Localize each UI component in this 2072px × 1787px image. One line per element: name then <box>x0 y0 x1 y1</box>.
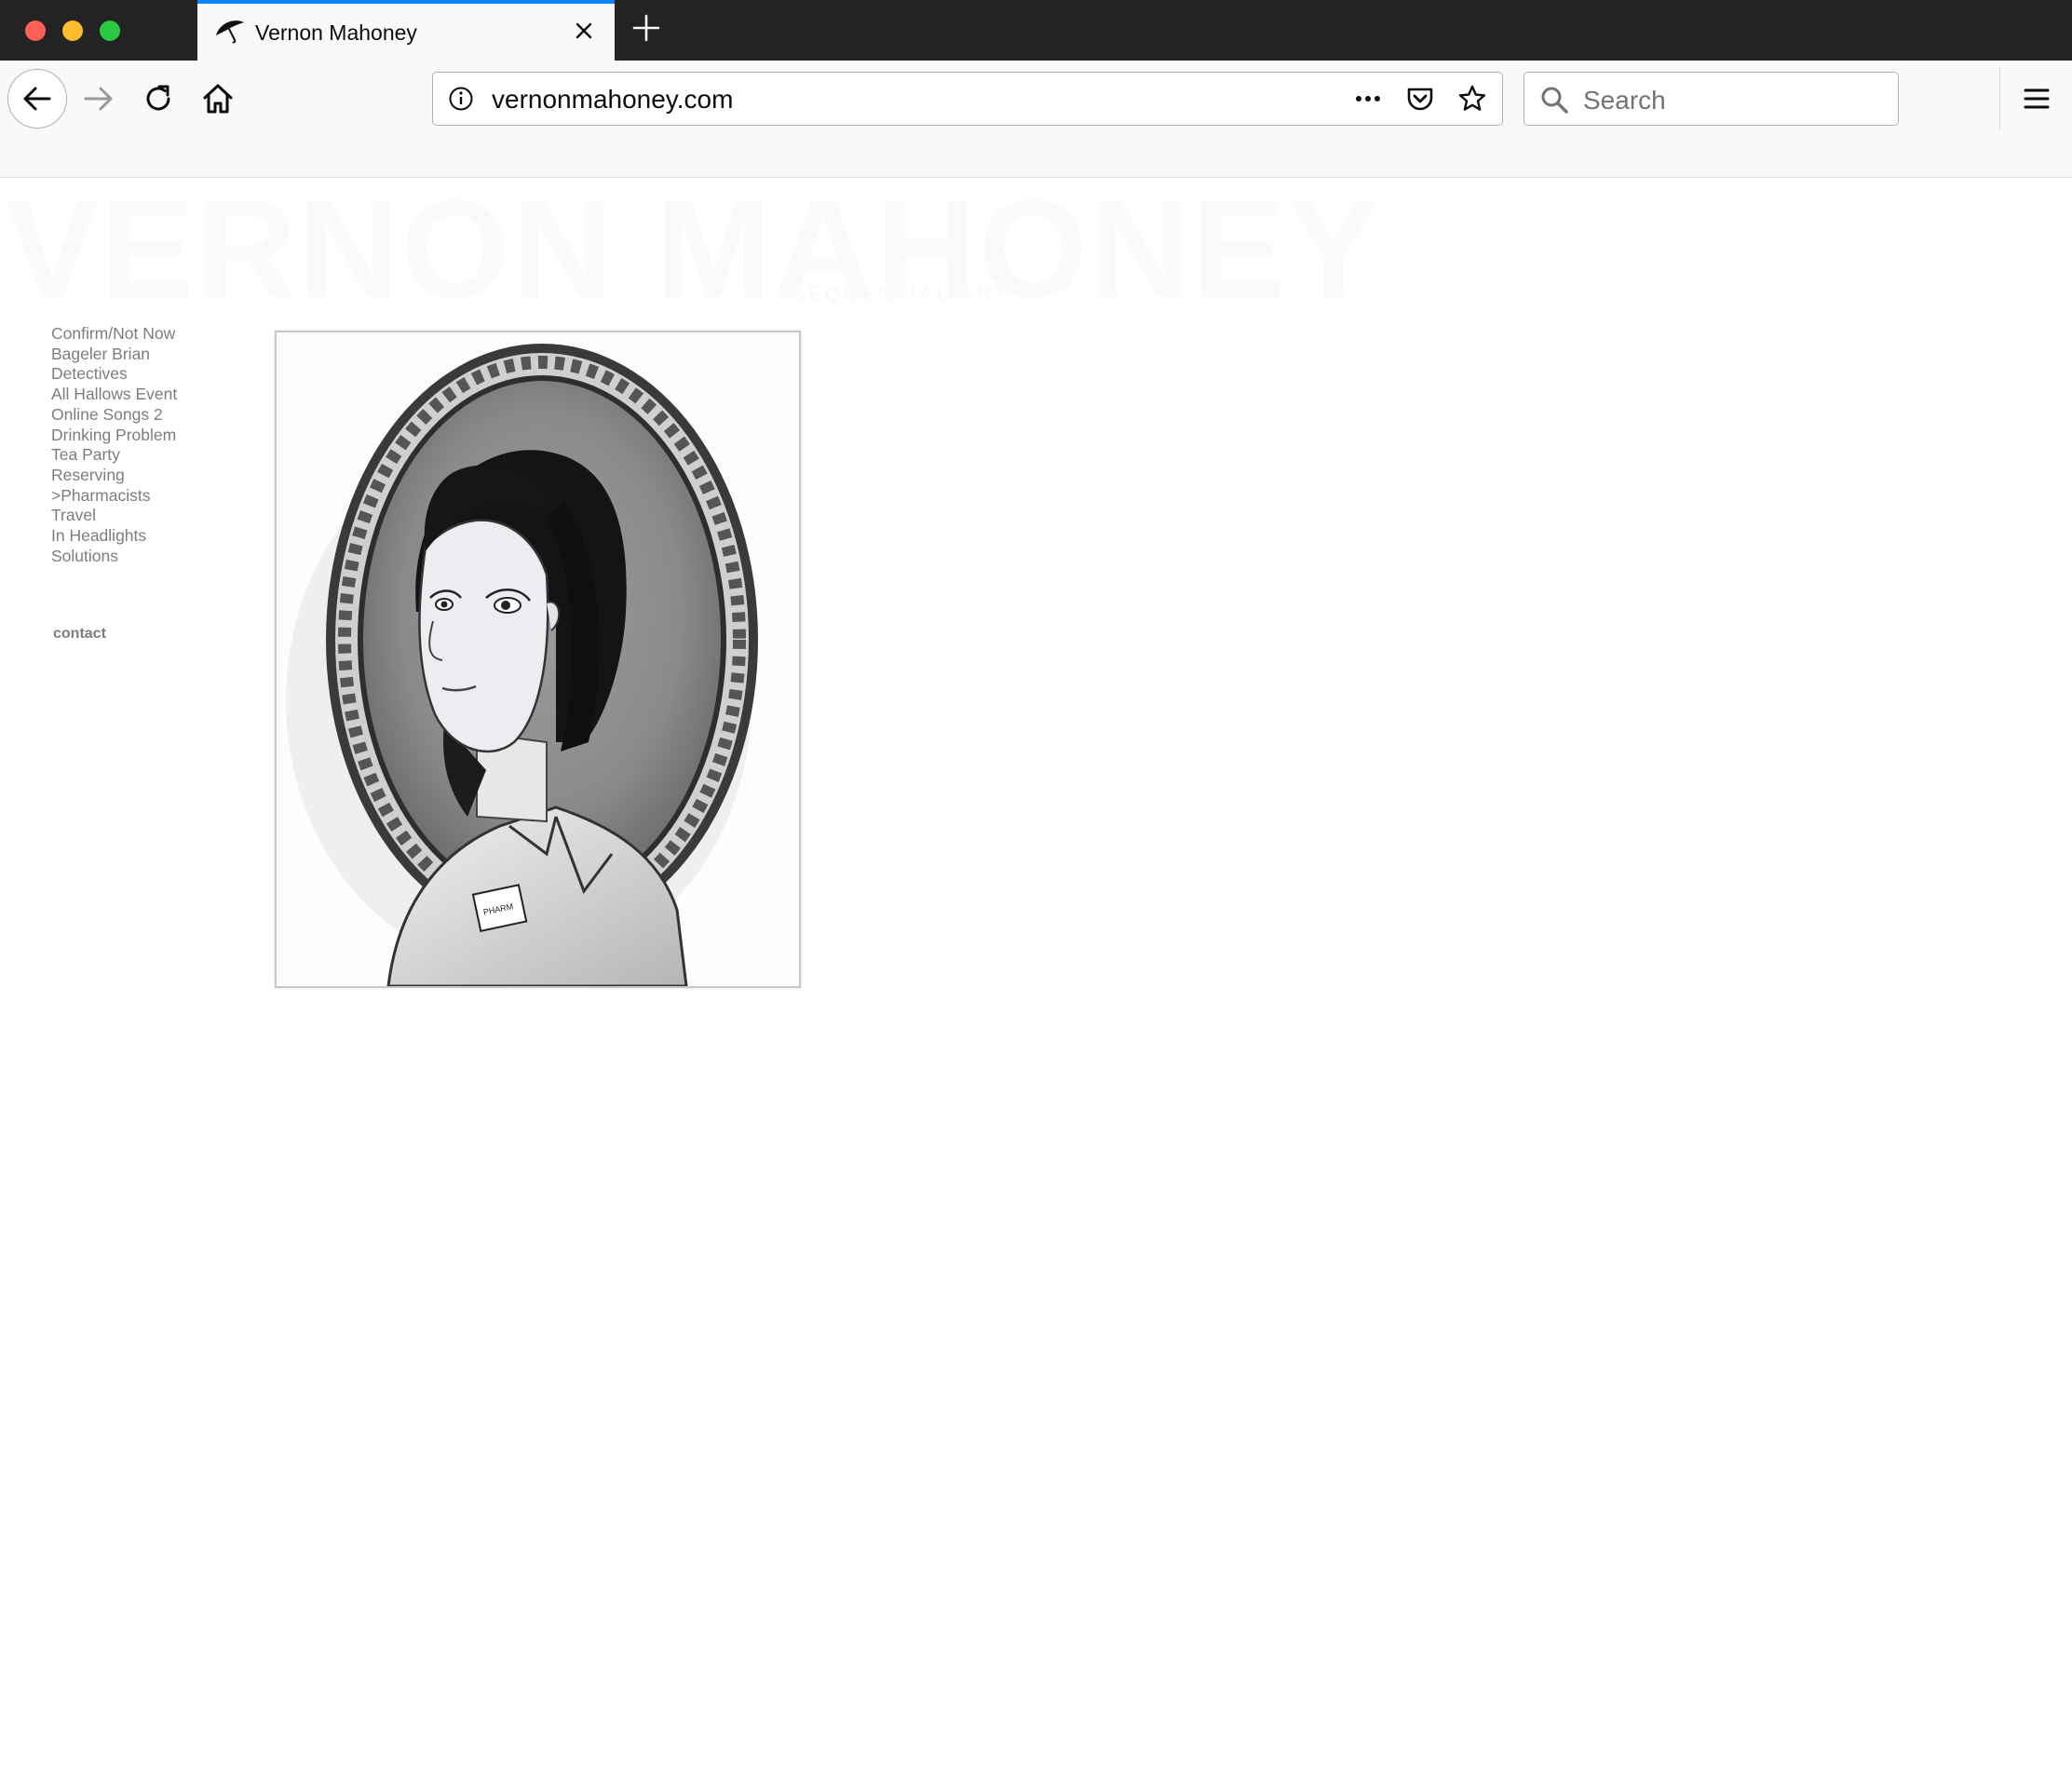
hamburger-menu-icon[interactable] <box>2020 82 2053 115</box>
site-tagline: SEQUENTIAL ART <box>792 282 1009 305</box>
pocket-icon[interactable] <box>1405 84 1435 114</box>
search-bar[interactable]: Search <box>1524 72 1899 126</box>
url-bar[interactable]: vernonmahoney.com <box>432 72 1503 126</box>
toolbar-divider <box>1999 68 2000 129</box>
maximize-window-button[interactable] <box>100 20 120 41</box>
back-arrow-icon <box>23 87 51 111</box>
contact-link[interactable]: contact <box>53 626 106 643</box>
site-logo[interactable]: VERNON MAHONEY <box>6 169 1382 330</box>
back-button[interactable] <box>7 69 67 129</box>
tab-strip: Vernon Mahoney <box>0 0 2072 61</box>
search-input[interactable]: Search <box>1583 86 1666 115</box>
close-icon[interactable] <box>570 17 598 45</box>
plus-icon[interactable] <box>630 11 663 45</box>
sidebar-item-bageler-brian[interactable]: Bageler Brian <box>51 345 177 365</box>
search-icon <box>1541 87 1568 114</box>
reload-icon[interactable] <box>142 82 175 115</box>
portrait-illustration: PHARM <box>286 344 758 986</box>
info-icon[interactable] <box>448 86 474 112</box>
minimize-window-button[interactable] <box>62 20 83 41</box>
sidebar-item-tea-party[interactable]: Tea Party <box>51 445 177 466</box>
star-icon[interactable] <box>1457 84 1487 114</box>
umbrella-favicon-icon <box>216 20 244 44</box>
more-dots-icon[interactable] <box>1353 84 1383 114</box>
sidebar-item-travel[interactable]: Travel <box>51 506 177 526</box>
tab-title: Vernon Mahoney <box>255 20 417 45</box>
url-text[interactable]: vernonmahoney.com <box>492 85 733 115</box>
sidebar-item-drinking-problem[interactable]: Drinking Problem <box>51 426 177 446</box>
artwork-image: PHARM <box>275 331 801 988</box>
sidebar-item-pharmacists[interactable]: >Pharmacists <box>51 486 177 507</box>
tab-active[interactable]: Vernon Mahoney <box>197 0 615 61</box>
sidebar-item-confirm-not-now[interactable]: Confirm/Not Now <box>51 324 177 345</box>
sidebar-nav: Confirm/Not Now Bageler Brian Detectives… <box>51 324 177 566</box>
page-content: VERNON MAHONEY SEQUENTIAL ART Confirm/No… <box>0 170 2072 1787</box>
sidebar-item-all-hallows-event[interactable]: All Hallows Event <box>51 385 177 405</box>
home-icon[interactable] <box>201 82 235 115</box>
sidebar-item-solutions[interactable]: Solutions <box>51 547 177 567</box>
forward-arrow-icon[interactable] <box>82 82 115 115</box>
close-window-button[interactable] <box>25 20 46 41</box>
navigation-toolbar: vernonmahoney.com Search <box>0 61 2072 178</box>
sidebar-item-in-headlights[interactable]: In Headlights <box>51 526 177 547</box>
sidebar-item-online-songs-2[interactable]: Online Songs 2 <box>51 405 177 426</box>
sidebar-item-reserving[interactable]: Reserving <box>51 466 177 486</box>
sidebar-item-detectives[interactable]: Detectives <box>51 364 177 385</box>
